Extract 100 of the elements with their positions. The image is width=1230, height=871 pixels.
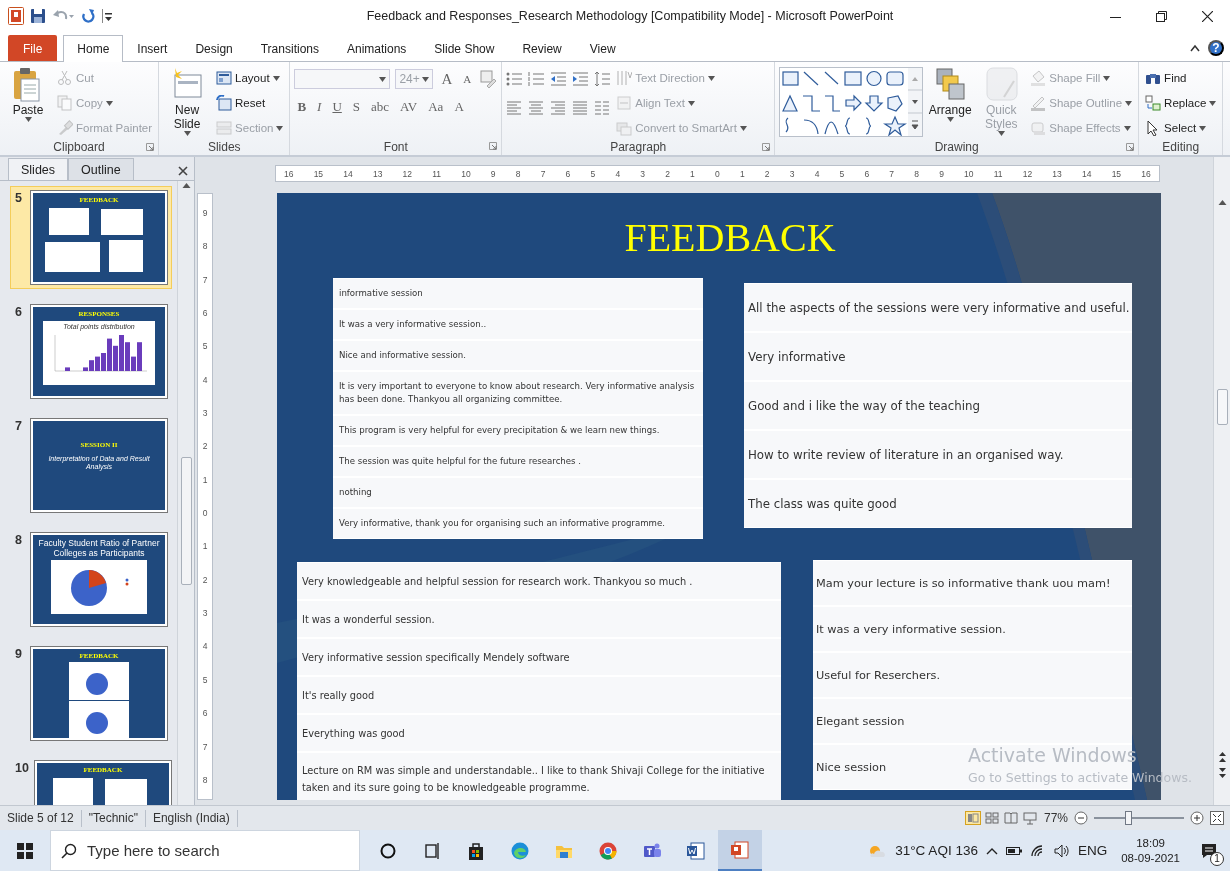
weather-text[interactable]: 31°C AQI 136 bbox=[895, 843, 978, 858]
ruler-number: 3 bbox=[202, 608, 208, 619]
panel-tab[interactable]: Outline bbox=[68, 158, 134, 180]
status-text: "Technic" bbox=[81, 809, 146, 827]
ruler-number: 2 bbox=[764, 168, 770, 179]
ruler-number: 4 bbox=[615, 168, 621, 179]
format-button[interactable]: abc bbox=[368, 99, 393, 115]
ruler-number: 1 bbox=[202, 474, 208, 485]
response-text: The session was quite helpful for the future researches . bbox=[333, 447, 703, 476]
slide-number: 8 bbox=[15, 533, 23, 549]
zoom-percent: 77% bbox=[1043, 811, 1068, 825]
slide-number: 9 bbox=[15, 647, 23, 663]
ribbon-tab[interactable]: View bbox=[575, 35, 630, 61]
response-text: This program is very helpful for every precipitation & we learn new things. bbox=[333, 416, 703, 445]
ruler-number: 5 bbox=[202, 341, 208, 352]
response-text: Good and i like the way of the teaching bbox=[744, 382, 1132, 429]
ruler-number: 9 bbox=[490, 168, 496, 179]
ruler-number: 13 bbox=[372, 168, 383, 179]
ruler-number: 1 bbox=[739, 168, 745, 179]
response-text: It was a wonderful session. bbox=[297, 601, 781, 637]
ruler-number: 12 bbox=[1022, 168, 1033, 179]
panel-tab[interactable]: Slides bbox=[8, 158, 69, 180]
ribbon-button[interactable]: New Slide bbox=[163, 65, 212, 139]
response-text: It was a very informative session. bbox=[813, 607, 1132, 651]
ribbon-button[interactable]: Replace bbox=[1143, 92, 1219, 114]
response-text: The class was quite good bbox=[744, 480, 1132, 527]
ruler-number: 4 bbox=[814, 168, 820, 179]
ruler-number: 2 bbox=[202, 574, 208, 585]
ruler-number: 5 bbox=[839, 168, 845, 179]
format-button[interactable]: U bbox=[329, 99, 345, 115]
response-text: Mam your lecture is so informative thank uou mam! bbox=[813, 561, 1132, 605]
response-text: It was a very informative session.. bbox=[333, 310, 703, 339]
ribbon-button[interactable]: Layout bbox=[214, 67, 286, 89]
ruler-number: 15 bbox=[313, 168, 324, 179]
shrink-font-button[interactable]: A bbox=[460, 73, 475, 85]
status-text: English (India) bbox=[145, 809, 238, 827]
ruler-number: 5 bbox=[590, 168, 596, 179]
ruler-number: 7 bbox=[889, 168, 895, 179]
ruler-number: 16 bbox=[1141, 168, 1151, 179]
slide-number: 5 bbox=[15, 191, 23, 207]
slide-title: FEEDBACK bbox=[623, 215, 837, 261]
ribbon-button[interactable]: Paste bbox=[4, 65, 52, 139]
ruler-number: 3 bbox=[789, 168, 795, 179]
ribbon-button[interactable]: Reset bbox=[214, 92, 286, 114]
ruler-number: 7 bbox=[202, 274, 208, 285]
response-text: Everything was good bbox=[297, 715, 781, 751]
ruler-number: 7 bbox=[540, 168, 546, 179]
grow-font-button[interactable]: A bbox=[438, 70, 456, 88]
slide-number: 10 bbox=[15, 761, 29, 777]
response-text: Very informative, thank you for organising such an informative programme. bbox=[333, 509, 703, 538]
ribbon-tab[interactable]: Slide Show bbox=[420, 35, 509, 61]
ruler-number: 7 bbox=[202, 741, 208, 752]
format-button[interactable]: Aa bbox=[425, 99, 447, 115]
group-label: Clipboard bbox=[53, 140, 105, 154]
ribbon-tab[interactable]: Animations bbox=[333, 35, 421, 61]
response-text: Elegant session bbox=[813, 699, 1132, 743]
format-button[interactable]: I bbox=[314, 99, 325, 115]
notification-count: 1 bbox=[1210, 851, 1224, 866]
ribbon-tab[interactable]: Transitions bbox=[246, 35, 333, 61]
ruler-number: 13 bbox=[1052, 168, 1062, 179]
ruler-number: 6 bbox=[202, 708, 208, 719]
ruler-number: 4 bbox=[202, 374, 208, 385]
ribbon-button[interactable]: Find bbox=[1143, 67, 1219, 89]
search-field[interactable]: Type here to search bbox=[50, 830, 360, 871]
clock[interactable]: 18:09 08-09-2021 bbox=[1115, 835, 1186, 866]
ruler-number: 8 bbox=[515, 168, 521, 179]
notifications-button[interactable]: 1 bbox=[1194, 835, 1224, 866]
ruler-number: 0 bbox=[715, 168, 720, 179]
ribbon-button[interactable]: Select bbox=[1143, 117, 1219, 139]
format-button[interactable]: B bbox=[294, 99, 310, 115]
format-button[interactable]: A bbox=[451, 99, 467, 115]
response-text: It's really good bbox=[297, 677, 781, 713]
group-label: Editing bbox=[1162, 140, 1200, 154]
ribbon-tab[interactable]: Home bbox=[63, 35, 124, 62]
ribbon-tab[interactable]: Review bbox=[508, 35, 576, 61]
file-tab[interactable]: File bbox=[8, 35, 58, 61]
ruler-number: 12 bbox=[402, 168, 413, 179]
language-indicator[interactable]: ENG bbox=[1077, 843, 1108, 858]
ruler-number: 6 bbox=[202, 308, 208, 319]
group-label: Slides bbox=[207, 140, 241, 154]
ruler-number: 16 bbox=[284, 168, 294, 179]
ribbon-button[interactable]: Arrange bbox=[926, 65, 975, 139]
response-text: Nice and informative session. bbox=[333, 341, 703, 370]
ruler-number: 14 bbox=[1082, 168, 1092, 179]
ruler-number: 6 bbox=[565, 168, 571, 179]
ribbon-tab[interactable]: Insert bbox=[123, 35, 182, 61]
response-text: It is very important to everyone to know about research. Very informative analysis has been done. Thankyou all organizing committee. bbox=[333, 372, 703, 414]
ruler-number: 3 bbox=[640, 168, 645, 179]
status-text: Slide 5 of 12 bbox=[0, 809, 82, 827]
help-button[interactable]: ? bbox=[1208, 40, 1224, 56]
ruler-number: 2 bbox=[665, 168, 670, 179]
ruler-number: 8 bbox=[202, 241, 208, 252]
format-button[interactable]: S bbox=[349, 99, 364, 115]
format-button[interactable]: AV bbox=[397, 99, 421, 115]
ruler-number: 1 bbox=[690, 168, 695, 179]
ruler-number: 6 bbox=[864, 168, 870, 179]
response-text: Lecture on RM was simple and understandable.. I like to thank Shivaji College for the initiative taken and its sure going to be knowledgeable programme. bbox=[297, 753, 781, 800]
ruler-number: 3 bbox=[202, 408, 208, 419]
ruler-number: 9 bbox=[202, 208, 208, 218]
ribbon-tab[interactable]: Design bbox=[181, 35, 247, 61]
